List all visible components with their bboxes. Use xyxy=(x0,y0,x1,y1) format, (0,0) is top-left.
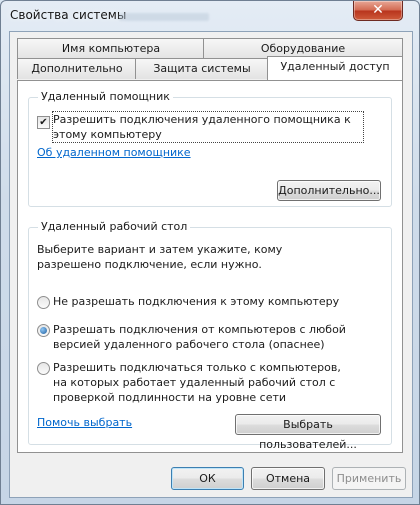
apply-button[interactable]: Применить xyxy=(332,467,406,490)
help-me-choose-link[interactable]: Помочь выбрать xyxy=(37,416,132,429)
radio-allow-any-version[interactable] xyxy=(37,324,50,337)
title-bar[interactable]: Свойства системы ✕ xyxy=(1,1,419,31)
checkmark-icon: ✔ xyxy=(39,117,48,128)
remote-desktop-group-title: Удаленный рабочий стол xyxy=(38,220,191,233)
system-properties-window: Свойства системы ✕ Имя компьютера Оборуд… xyxy=(0,0,420,505)
tab-label: Дополнительно xyxy=(31,62,123,75)
tab-panel-remote: Удаленный помощник ✔ Разрешить подключен… xyxy=(17,80,403,453)
option-allow-any-version-label[interactable]: Разрешать подключения от компьютеров с л… xyxy=(53,322,373,352)
cancel-button[interactable]: Отмена xyxy=(251,467,325,490)
button-label: Выбрать пользователей... xyxy=(259,418,357,451)
tab-label: Оборудование xyxy=(260,42,346,55)
option-allow-nla-only-label[interactable]: Разрешить подключаться только с компьюте… xyxy=(53,360,353,405)
button-label: Отмена xyxy=(265,472,311,485)
allow-remote-assistance-label[interactable]: Разрешить подключения удаленного помощни… xyxy=(52,111,364,143)
tab-remote[interactable]: Удаленный доступ xyxy=(267,56,403,80)
tab-system-protection[interactable]: Защита системы xyxy=(135,58,269,79)
option-deny-connections-label[interactable]: Не разрешать подключения к этому компьют… xyxy=(53,294,373,309)
close-button[interactable]: ✕ xyxy=(353,1,403,21)
title-bar-glass-blur xyxy=(119,13,209,21)
tab-label: Имя компьютера xyxy=(61,42,161,55)
window-title: Свойства системы xyxy=(10,8,127,22)
tab-label: Удаленный доступ xyxy=(280,60,390,73)
about-remote-assistance-link[interactable]: Об удаленном помощнике xyxy=(37,146,191,159)
tab-advanced[interactable]: Дополнительно xyxy=(17,58,137,79)
remote-desktop-description: Выберите вариант и затем укажите, кому р… xyxy=(37,243,283,271)
button-label: Применить xyxy=(336,472,402,485)
button-label: Дополнительно... xyxy=(278,184,380,197)
tab-label: Защита системы xyxy=(153,62,251,75)
remote-assistance-group-title: Удаленный помощник xyxy=(38,90,173,103)
select-users-button[interactable]: Выбрать пользователей... xyxy=(235,414,381,451)
remote-desktop-group: Удаленный рабочий стол Выберите вариант … xyxy=(28,220,392,451)
tab-computer-name[interactable]: Имя компьютера xyxy=(17,38,205,59)
radio-deny-connections[interactable] xyxy=(37,296,50,309)
dialog-client-area: Имя компьютера Оборудование Дополнительн… xyxy=(9,31,413,498)
remote-assistance-advanced-button[interactable]: Дополнительно... xyxy=(277,180,381,201)
close-icon: ✕ xyxy=(372,2,384,18)
allow-remote-assistance-checkbox[interactable]: ✔ xyxy=(37,116,50,129)
radio-allow-nla-only[interactable] xyxy=(37,362,50,375)
button-label: ОК xyxy=(199,472,216,485)
remote-assistance-group: Удаленный помощник ✔ Разрешить подключен… xyxy=(28,90,392,207)
ok-button[interactable]: ОК xyxy=(171,467,244,490)
